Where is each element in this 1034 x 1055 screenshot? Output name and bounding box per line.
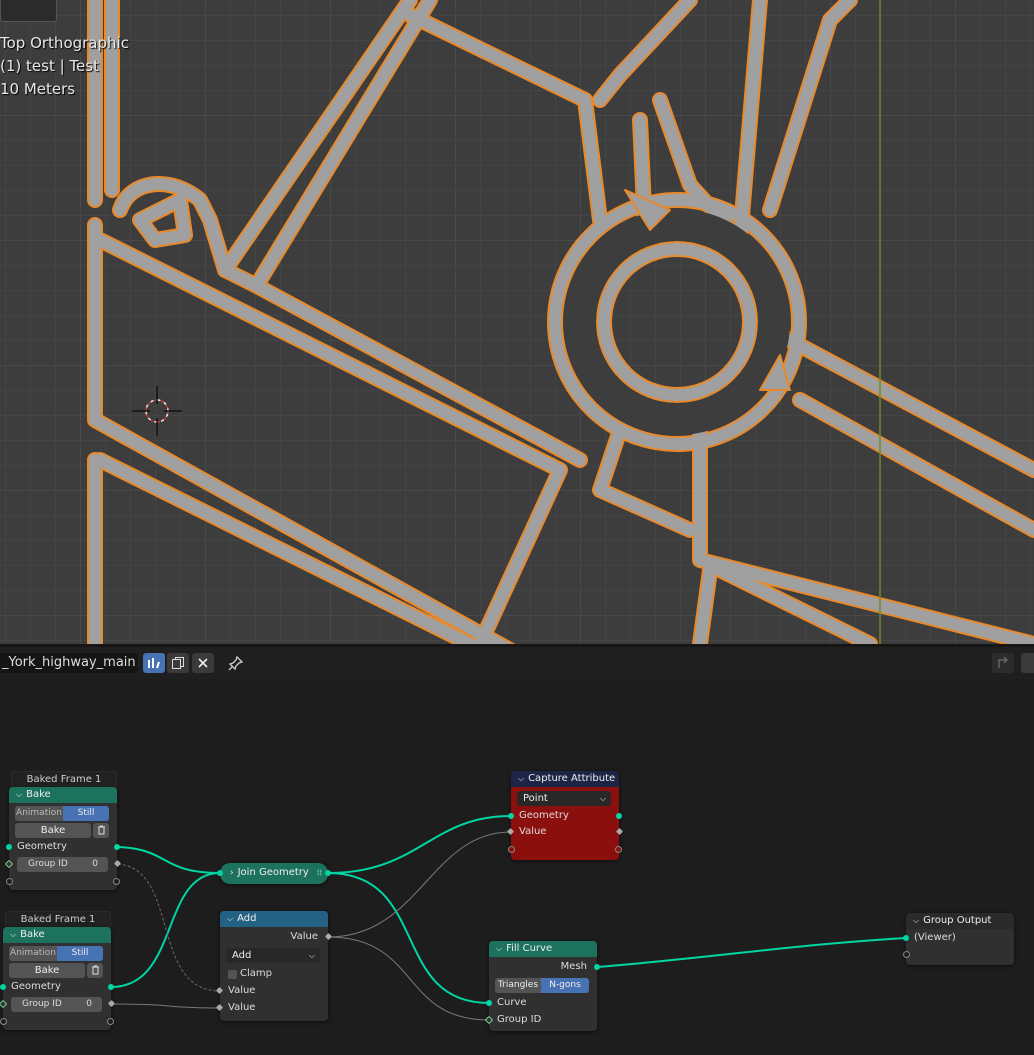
output-socket[interactable] bbox=[616, 813, 622, 819]
output-value-label: Value bbox=[290, 931, 318, 942]
clamp-label: Clamp bbox=[240, 968, 272, 979]
chevron-down-icon: ⌵ bbox=[308, 951, 315, 960]
grip-icon: ⁞⁞ bbox=[316, 868, 322, 877]
chevron-down-icon: ⌵ bbox=[599, 794, 606, 803]
input-socket[interactable] bbox=[217, 870, 223, 876]
math-add-node[interactable]: ⌵ Add Value Add ⌵ Clamp Value Value bbox=[215, 911, 333, 1021]
node-header[interactable]: ⌵ Bake bbox=[3, 927, 111, 943]
node-header[interactable]: ⌵ Group Output bbox=[906, 913, 1014, 929]
node-editor[interactable]: Baked Frame 1 ⌵ Bake Animation Still Bake … bbox=[0, 679, 1034, 1055]
group-output-node[interactable]: ⌵ Group Output (Viewer) bbox=[903, 913, 1014, 965]
pin-icon[interactable] bbox=[225, 653, 247, 673]
bake-button[interactable]: Bake bbox=[9, 963, 85, 978]
viewer-input-label: (Viewer) bbox=[914, 932, 956, 943]
frame-label[interactable]: Baked Frame 1 bbox=[5, 911, 111, 928]
mode-option[interactable]: Animation bbox=[9, 946, 57, 961]
mode-option-selected[interactable]: Still bbox=[63, 806, 109, 821]
trash-icon[interactable] bbox=[87, 963, 103, 978]
chevron-down-icon[interactable]: ⌵ bbox=[227, 911, 233, 927]
operation-dropdown[interactable]: Add ⌵ bbox=[226, 948, 320, 963]
mode-option[interactable]: Triangles bbox=[495, 978, 541, 993]
node-editor-header: _York_highway_main bbox=[0, 647, 1034, 679]
trash-icon[interactable] bbox=[93, 823, 109, 838]
output-socket[interactable] bbox=[107, 1018, 114, 1025]
input-socket[interactable] bbox=[0, 999, 8, 1009]
viewport-shading-icons[interactable] bbox=[0, 0, 57, 22]
input-socket[interactable] bbox=[903, 951, 910, 958]
output-geometry-label: Geometry bbox=[17, 841, 67, 852]
node-tree-icon[interactable] bbox=[143, 653, 165, 673]
close-icon[interactable] bbox=[192, 653, 214, 673]
chevron-down-icon[interactable]: ⌵ bbox=[10, 927, 16, 943]
bake-mode-selector[interactable]: Animation Still bbox=[15, 806, 109, 821]
duplicate-icon[interactable] bbox=[167, 653, 189, 673]
3d-cursor-icon bbox=[132, 386, 182, 436]
node-header[interactable]: ⌵ Fill Curve bbox=[489, 941, 597, 957]
input-value-label: Value bbox=[228, 1002, 256, 1013]
overlay-icon[interactable] bbox=[1021, 653, 1034, 673]
fill-curve-node[interactable]: ⌵ Fill Curve Mesh Triangles N-gons Curve G… bbox=[484, 941, 600, 1031]
output-socket[interactable] bbox=[615, 846, 622, 853]
bake-mode-selector[interactable]: Animation Still bbox=[9, 946, 103, 961]
chevron-down-icon[interactable]: ⌵ bbox=[913, 913, 919, 929]
input-socket[interactable] bbox=[6, 878, 13, 885]
frame-label[interactable]: Baked Frame 1 bbox=[11, 771, 117, 788]
input-socket[interactable] bbox=[508, 813, 514, 819]
chevron-down-icon[interactable]: ⌵ bbox=[496, 941, 502, 957]
bake-node[interactable]: ⌵ Bake Animation Still Bake Geometry Group… bbox=[4, 787, 122, 890]
parent-icon[interactable] bbox=[992, 653, 1014, 673]
grid-scale: 10 Meters bbox=[0, 80, 76, 98]
mode-option[interactable]: Animation bbox=[15, 806, 63, 821]
chevron-down-icon[interactable]: ⌵ bbox=[16, 787, 22, 803]
output-socket[interactable] bbox=[113, 878, 120, 885]
input-socket[interactable] bbox=[0, 984, 6, 990]
node-header[interactable]: ⌵ Capture Attribute bbox=[511, 771, 619, 787]
domain-dropdown[interactable]: Point ⌵ bbox=[517, 791, 611, 806]
output-socket[interactable] bbox=[108, 984, 114, 990]
road-mesh bbox=[87, 0, 1034, 644]
node-header[interactable]: ⌵ Bake bbox=[9, 787, 117, 803]
input-socket[interactable] bbox=[508, 846, 515, 853]
input-socket[interactable] bbox=[6, 844, 12, 850]
output-socket[interactable] bbox=[325, 870, 331, 876]
input-value-label: Value bbox=[228, 985, 256, 996]
3d-viewport[interactable]: Top Orthographic (1) test | Test 10 Mete… bbox=[0, 0, 1034, 644]
node-header[interactable]: ⌵ Add bbox=[220, 911, 328, 927]
input-socket[interactable] bbox=[903, 935, 909, 941]
input-socket[interactable] bbox=[0, 1018, 7, 1025]
output-geometry-label: Geometry bbox=[11, 981, 61, 992]
output-socket[interactable] bbox=[594, 964, 600, 970]
input-group-id-label: Group ID bbox=[497, 1014, 542, 1025]
input-curve-label: Curve bbox=[497, 997, 527, 1008]
node-title: Join Geometry bbox=[237, 867, 309, 878]
value-socket-label: Value bbox=[519, 826, 547, 837]
node-title-row: › Join Geometry bbox=[220, 866, 328, 880]
chevron-down-icon[interactable]: ⌵ bbox=[518, 771, 524, 787]
node-tree-name-field[interactable]: _York_highway_main bbox=[0, 653, 138, 673]
join-geometry-node[interactable]: › Join Geometry ⁞⁞ bbox=[217, 863, 331, 884]
bake-button[interactable]: Bake bbox=[15, 823, 91, 838]
chevron-right-icon[interactable]: › bbox=[230, 868, 234, 878]
group-id-field[interactable]: Group ID 0 bbox=[11, 997, 102, 1012]
bake-node[interactable]: ⌵ Bake Animation Still Bake Geometry Group… bbox=[0, 927, 116, 1030]
input-socket[interactable] bbox=[486, 1000, 492, 1006]
output-mesh-label: Mesh bbox=[560, 961, 587, 972]
geometry-socket-label: Geometry bbox=[519, 810, 569, 821]
mode-option-selected[interactable]: N-gons bbox=[541, 978, 589, 993]
group-id-field[interactable]: Group ID 0 bbox=[17, 857, 108, 872]
capture-attribute-node[interactable]: ⌵ Capture Attribute Point ⌵ Geometry Valu… bbox=[506, 771, 624, 860]
object-info: (1) test | Test bbox=[0, 57, 99, 75]
fill-mode-selector[interactable]: Triangles N-gons bbox=[495, 978, 589, 993]
view-name: Top Orthographic bbox=[0, 34, 129, 52]
mode-option-selected[interactable]: Still bbox=[57, 946, 103, 961]
output-socket[interactable] bbox=[114, 844, 120, 850]
